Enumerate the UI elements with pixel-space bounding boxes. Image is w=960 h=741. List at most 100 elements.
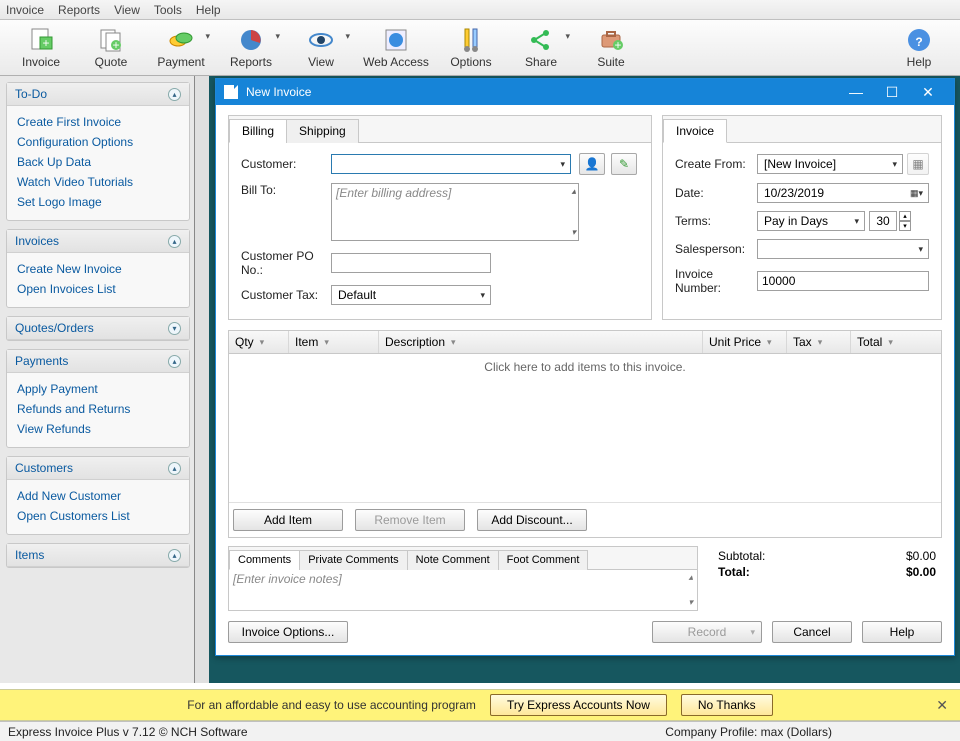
sidebar-item-apply-payment[interactable]: Apply Payment bbox=[17, 379, 179, 399]
collapse-icon: ▴ bbox=[168, 235, 181, 248]
toolbar-payment[interactable]: ▾ Payment bbox=[146, 23, 216, 73]
share-icon bbox=[528, 27, 554, 53]
invoice-notes-textarea[interactable]: [Enter invoice notes] ▴ ▾ bbox=[229, 570, 697, 610]
col-unit-price[interactable]: Unit Price▾ bbox=[703, 331, 787, 353]
close-button[interactable]: ✕ bbox=[910, 79, 946, 105]
menu-tools[interactable]: Tools bbox=[154, 3, 182, 17]
add-discount-button[interactable]: Add Discount... bbox=[477, 509, 587, 531]
sidebar-item-set-logo-image[interactable]: Set Logo Image bbox=[17, 192, 179, 212]
panel-header-todo[interactable]: To-Do▴ bbox=[7, 83, 189, 106]
status-bar: Express Invoice Plus v 7.12 © NCH Softwa… bbox=[0, 721, 960, 741]
toolbar-quote[interactable]: + Quote bbox=[76, 23, 146, 73]
panel-header-payments[interactable]: Payments▴ bbox=[7, 350, 189, 373]
dropdown-icon: ▾ bbox=[565, 31, 570, 42]
grid-empty-message[interactable]: Click here to add items to this invoice. bbox=[229, 354, 941, 502]
menu-help[interactable]: Help bbox=[196, 3, 221, 17]
help-icon: ? bbox=[906, 27, 932, 53]
panel-header-items[interactable]: Items▴ bbox=[7, 544, 189, 567]
maximize-button[interactable]: ☐ bbox=[874, 79, 910, 105]
new-invoice-window: New Invoice ― ☐ ✕ Billing Shipping bbox=[215, 78, 955, 656]
sidebar-item-create-new-invoice[interactable]: Create New Invoice bbox=[17, 259, 179, 279]
sidebar-item-configuration-options[interactable]: Configuration Options bbox=[17, 132, 179, 152]
toolbar-share[interactable]: ▾ Share bbox=[506, 23, 576, 73]
add-item-button[interactable]: Add Item bbox=[233, 509, 343, 531]
sidebar-item-create-first-invoice[interactable]: Create First Invoice bbox=[17, 112, 179, 132]
collapse-icon: ▴ bbox=[168, 549, 181, 562]
subtotal-label: Subtotal: bbox=[718, 549, 765, 563]
sidebar-item-add-new-customer[interactable]: Add New Customer bbox=[17, 486, 179, 506]
customer-lookup-button[interactable]: 👤 bbox=[579, 153, 605, 175]
tab-invoice[interactable]: Invoice bbox=[663, 119, 727, 143]
menu-invoice[interactable]: Invoice bbox=[6, 3, 44, 17]
scroll-up-icon[interactable]: ▴ bbox=[571, 186, 576, 197]
sidebar-item-view-refunds[interactable]: View Refunds bbox=[17, 419, 179, 439]
customer-edit-button[interactable]: ✎ bbox=[611, 153, 637, 175]
sidebar-item-back-up-data[interactable]: Back Up Data bbox=[17, 152, 179, 172]
sidebar-scrollbar[interactable] bbox=[195, 76, 209, 683]
date-label: Date: bbox=[675, 186, 757, 200]
tab-comments[interactable]: Comments bbox=[229, 550, 300, 570]
suite-icon: + bbox=[598, 27, 624, 53]
billto-textarea[interactable]: [Enter billing address] ▴ ▾ bbox=[331, 183, 579, 241]
expand-icon: ▾ bbox=[168, 322, 181, 335]
customer-tax-combo[interactable]: Default▾ bbox=[331, 285, 491, 305]
panel-payments: Payments▴ Apply Payment Refunds and Retu… bbox=[6, 349, 190, 448]
toolbar-reports[interactable]: ▾ Reports bbox=[216, 23, 286, 73]
scroll-up-icon[interactable]: ▴ bbox=[688, 572, 693, 583]
chevron-down-icon: ▾ bbox=[915, 244, 926, 255]
promo-message: For an affordable and easy to use accoun… bbox=[187, 698, 476, 712]
invoice-number-input[interactable]: 10000 bbox=[757, 271, 929, 291]
try-accounts-button[interactable]: Try Express Accounts Now bbox=[490, 694, 667, 716]
record-button[interactable]: Record▾ bbox=[652, 621, 762, 643]
panel-header-invoices[interactable]: Invoices▴ bbox=[7, 230, 189, 253]
scroll-down-icon[interactable]: ▾ bbox=[571, 227, 576, 238]
col-total[interactable]: Total▾ bbox=[851, 331, 941, 353]
salesperson-combo[interactable]: ▾ bbox=[757, 239, 929, 259]
tab-note-comment[interactable]: Note Comment bbox=[407, 550, 499, 570]
spinner-up[interactable]: ▴ bbox=[899, 211, 911, 221]
tab-private-comments[interactable]: Private Comments bbox=[299, 550, 407, 570]
col-item[interactable]: Item▾ bbox=[289, 331, 379, 353]
quote-icon: + bbox=[98, 27, 124, 53]
toolbar-suite[interactable]: + Suite bbox=[576, 23, 646, 73]
tab-shipping[interactable]: Shipping bbox=[286, 119, 359, 143]
cancel-button[interactable]: Cancel bbox=[772, 621, 852, 643]
total-value: $0.00 bbox=[906, 565, 936, 579]
invoice-options-button[interactable]: Invoice Options... bbox=[228, 621, 348, 643]
no-thanks-button[interactable]: No Thanks bbox=[681, 694, 773, 716]
toolbar-help[interactable]: ? Help bbox=[884, 23, 954, 73]
createfrom-combo[interactable]: [New Invoice]▾ bbox=[757, 154, 903, 174]
tab-billing[interactable]: Billing bbox=[229, 119, 287, 143]
minimize-button[interactable]: ― bbox=[838, 79, 874, 105]
customer-combo[interactable]: ▾ bbox=[331, 154, 571, 174]
sidebar-item-watch-video-tutorials[interactable]: Watch Video Tutorials bbox=[17, 172, 179, 192]
menu-view[interactable]: View bbox=[114, 3, 140, 17]
toolbar-invoice[interactable]: + Invoice bbox=[6, 23, 76, 73]
spinner-down[interactable]: ▾ bbox=[899, 221, 911, 231]
po-input[interactable] bbox=[331, 253, 491, 273]
promo-bar: For an affordable and easy to use accoun… bbox=[0, 689, 960, 721]
menu-reports[interactable]: Reports bbox=[58, 3, 100, 17]
tab-foot-comment[interactable]: Foot Comment bbox=[498, 550, 589, 570]
panel-header-customers[interactable]: Customers▴ bbox=[7, 457, 189, 480]
createfrom-action-button[interactable]: ▦ bbox=[907, 153, 929, 175]
col-description[interactable]: Description▾ bbox=[379, 331, 703, 353]
toolbar-web-access[interactable]: Web Access bbox=[356, 23, 436, 73]
terms-combo[interactable]: Pay in Days▾ bbox=[757, 211, 865, 231]
terms-days-input[interactable]: 30 bbox=[869, 211, 897, 231]
col-qty[interactable]: Qty▾ bbox=[229, 331, 289, 353]
col-tax[interactable]: Tax▾ bbox=[787, 331, 851, 353]
date-picker[interactable]: 10/23/2019▦▾ bbox=[757, 183, 929, 203]
promo-close-button[interactable]: ✕ bbox=[936, 697, 948, 714]
sidebar-item-open-customers-list[interactable]: Open Customers List bbox=[17, 506, 179, 526]
window-titlebar[interactable]: New Invoice ― ☐ ✕ bbox=[216, 79, 954, 105]
scroll-down-icon[interactable]: ▾ bbox=[688, 597, 693, 608]
sidebar-item-open-invoices-list[interactable]: Open Invoices List bbox=[17, 279, 179, 299]
toolbar-options[interactable]: Options bbox=[436, 23, 506, 73]
remove-item-button[interactable]: Remove Item bbox=[355, 509, 465, 531]
help-button[interactable]: Help bbox=[862, 621, 942, 643]
toolbar-view[interactable]: ▾ View bbox=[286, 23, 356, 73]
sidebar-item-refunds-and-returns[interactable]: Refunds and Returns bbox=[17, 399, 179, 419]
panel-header-quotes[interactable]: Quotes/Orders▾ bbox=[7, 317, 189, 340]
svg-text:+: + bbox=[112, 38, 119, 52]
